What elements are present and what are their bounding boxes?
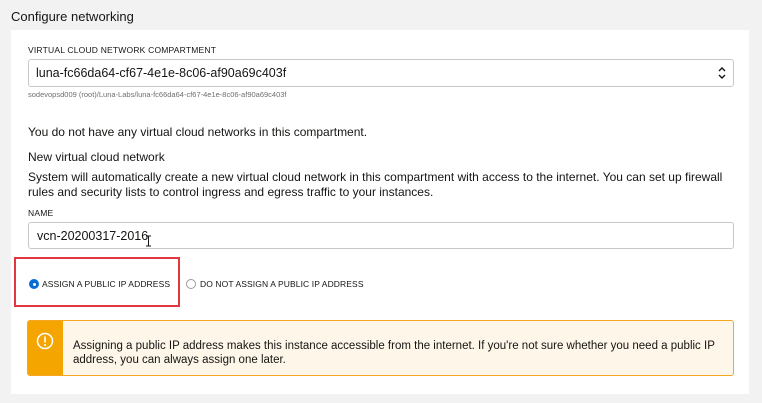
compartment-select-value: luna-fc66da64-cf67-4e1e-8c06-af90a69c403… (36, 66, 287, 80)
vcn-name-input[interactable]: vcn-20200317-2016 (28, 222, 734, 249)
new-vcn-description: System will automatically create a new v… (28, 170, 723, 199)
no-public-ip-label[interactable]: DO NOT ASSIGN A PUBLIC IP ADDRESS (200, 279, 364, 289)
text-cursor-icon (146, 235, 151, 247)
warning-circle-icon (36, 332, 54, 350)
no-public-ip-radio[interactable] (186, 279, 196, 289)
public-ip-warning-alert: Assigning a public IP address makes this… (27, 320, 734, 376)
vcn-name-value: vcn-20200317-2016 (37, 229, 149, 243)
assign-public-ip-radio[interactable] (29, 279, 39, 289)
assign-public-ip-label[interactable]: ASSIGN A PUBLIC IP ADDRESS (42, 279, 170, 289)
section-title: Configure networking (11, 9, 134, 24)
select-arrows-icon (718, 67, 726, 79)
compartment-label: VIRTUAL CLOUD NETWORK COMPARTMENT (28, 45, 217, 55)
name-label: NAME (28, 208, 54, 218)
compartment-select[interactable]: luna-fc66da64-cf67-4e1e-8c06-af90a69c403… (28, 59, 734, 87)
no-vcn-message: You do not have any virtual cloud networ… (28, 125, 368, 139)
new-vcn-heading: New virtual cloud network (28, 150, 165, 164)
compartment-path-hint: sodevopsd009 (root)/Luna-Labs/luna-fc66d… (28, 90, 287, 99)
alert-icon-bar (28, 321, 63, 375)
networking-panel: VIRTUAL CLOUD NETWORK COMPARTMENT luna-f… (11, 30, 749, 394)
alert-message: Assigning a public IP address makes this… (73, 340, 715, 366)
